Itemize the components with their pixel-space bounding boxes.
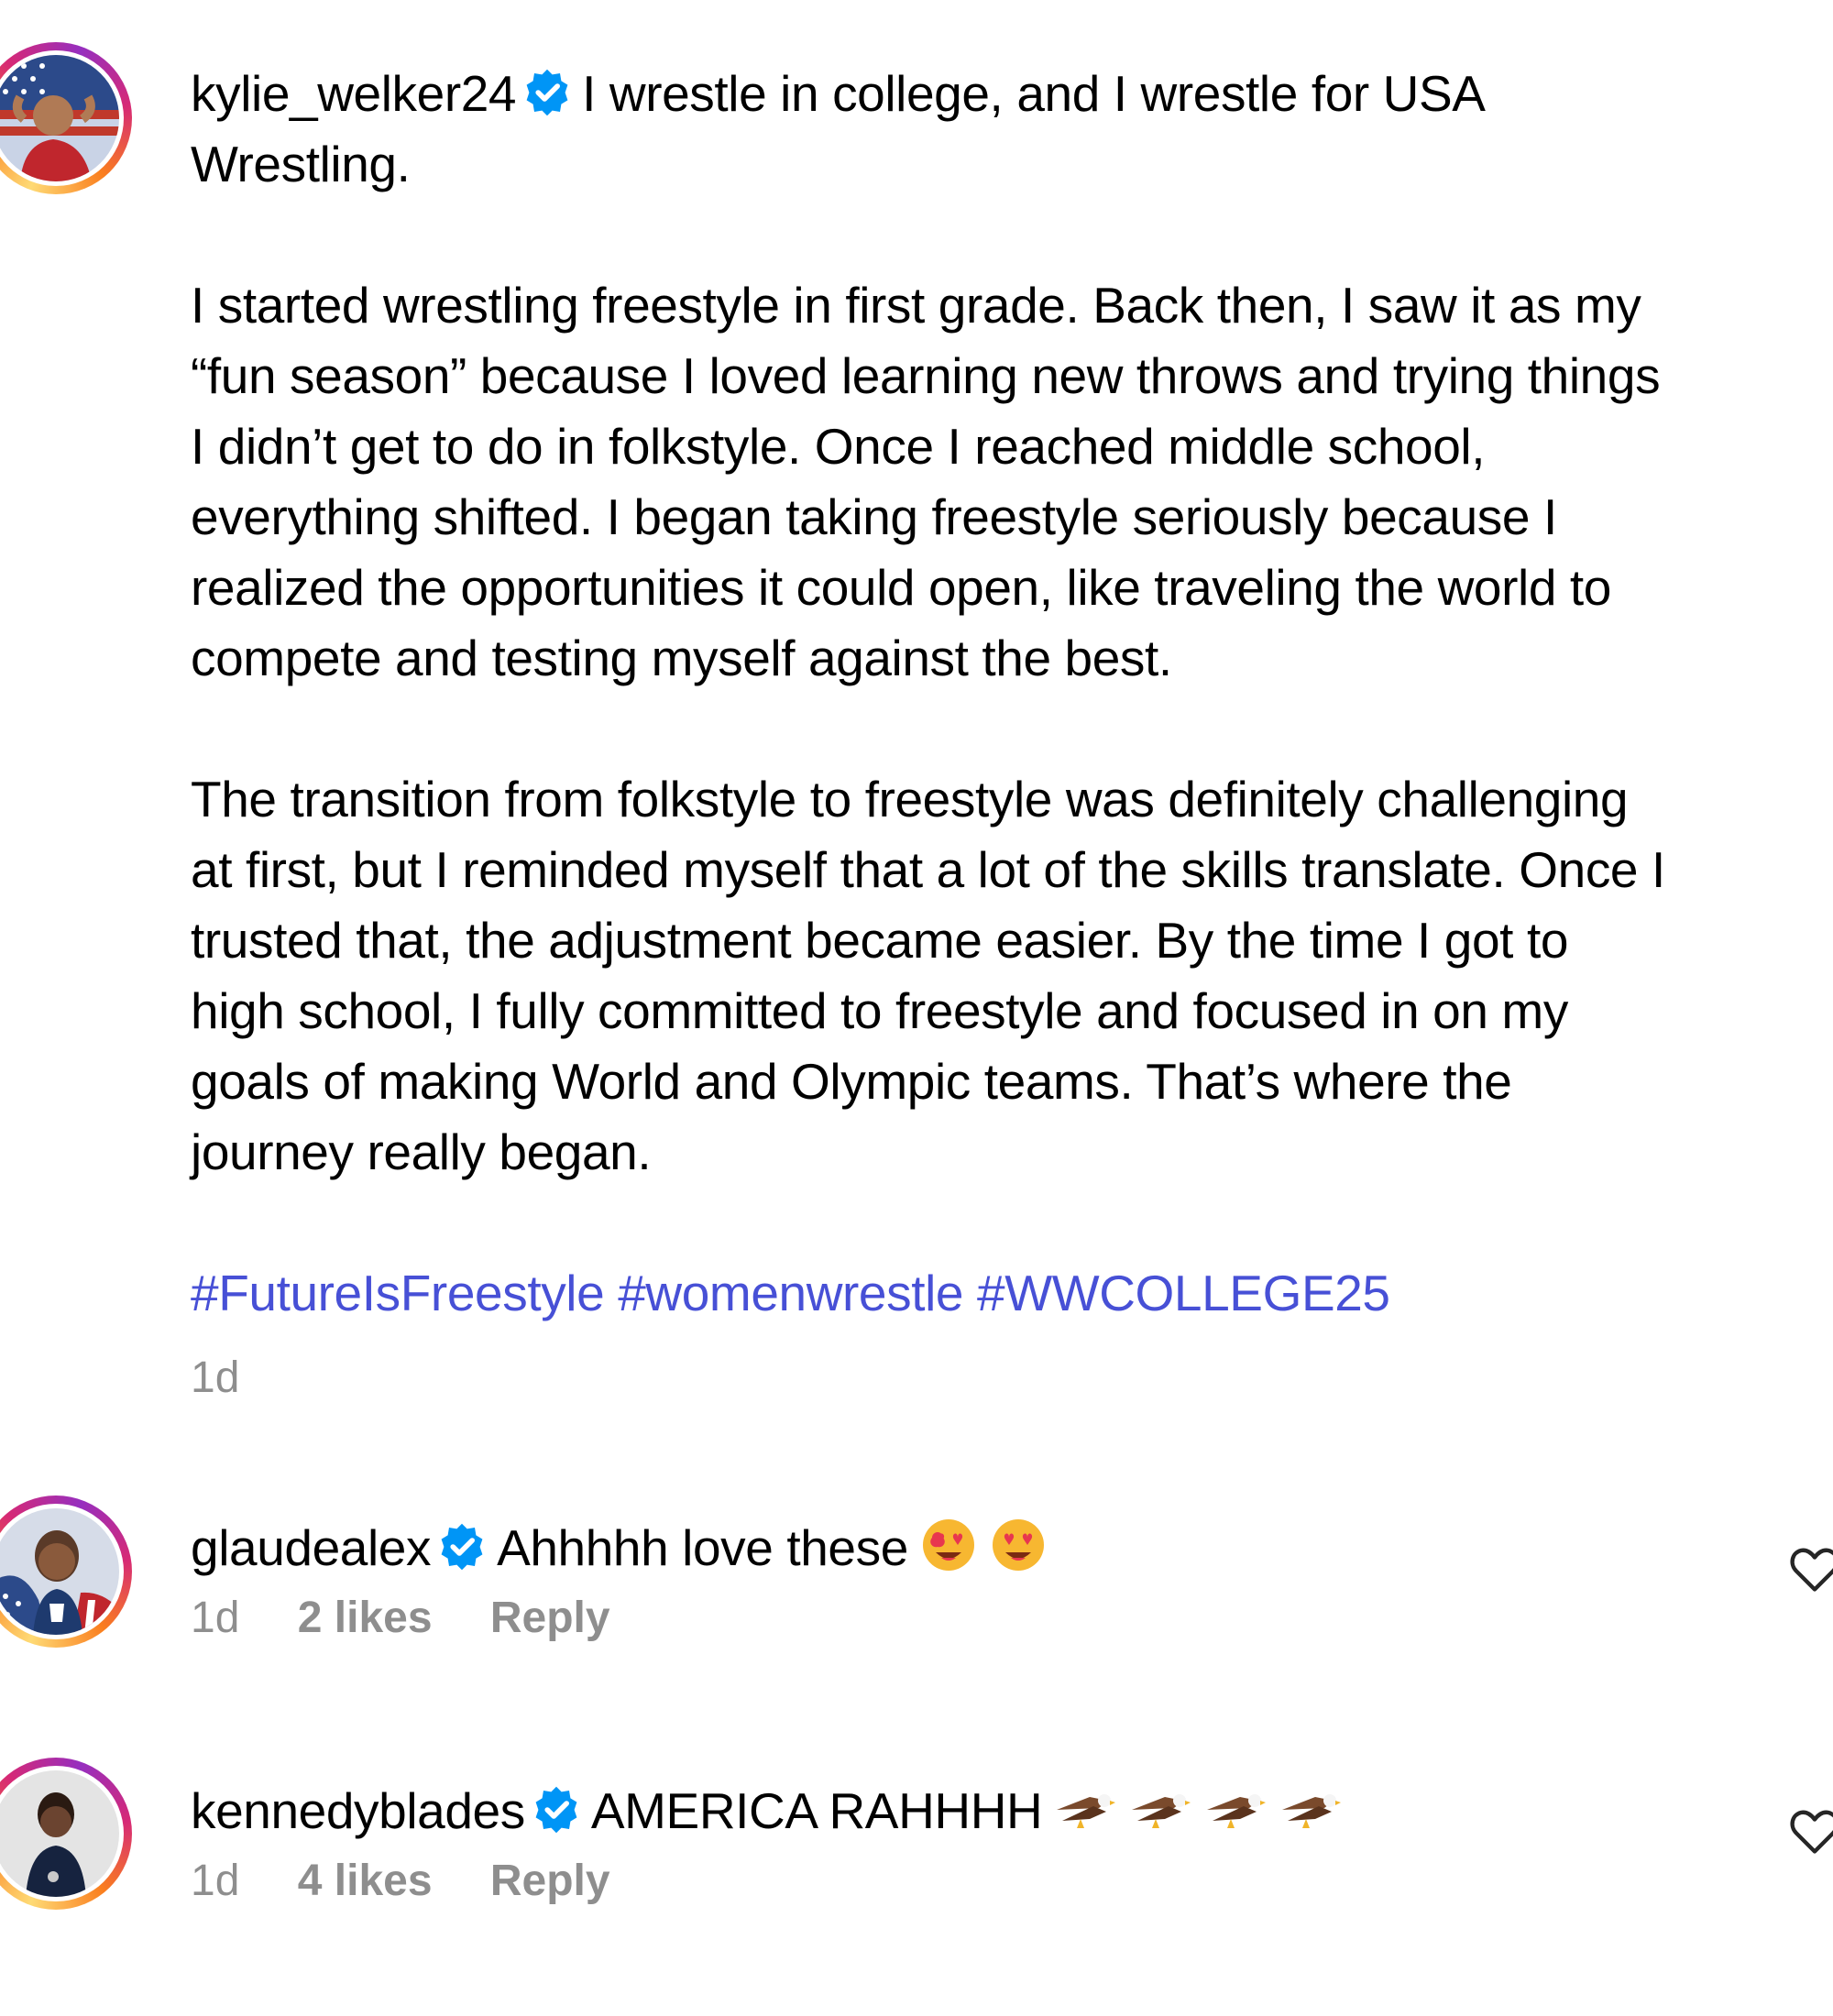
heart-outline-icon[interactable] (1787, 1543, 1833, 1594)
caption-line: I started wrestling freestyle in first g… (191, 277, 1641, 334)
caption-line: realized the opportunities it could open… (191, 559, 1611, 616)
comment-username[interactable]: glaudealex (191, 1519, 431, 1576)
heart-outline-icon[interactable] (1787, 1805, 1833, 1857)
caption-line: I wrestle in college, and I wrestle for … (582, 65, 1486, 122)
hashtag-link[interactable]: #FutureIsFreestyle (191, 1265, 605, 1321)
eagle-emoji-icon (1282, 1794, 1342, 1828)
caption-line: journey really began. (191, 1123, 652, 1180)
avatar[interactable] (0, 42, 132, 194)
comment: glaudealex Ahhhhh love these 1d 2 likes … (191, 1513, 1833, 1646)
likes-count[interactable]: 2 likes (298, 1594, 433, 1642)
post-timestamp[interactable]: 1d (191, 1351, 1833, 1406)
heart-eyes-emoji-icon (922, 1519, 974, 1571)
caption-line: Wrestling. (191, 136, 411, 192)
hashtag-row: #FutureIsFreestyle #womenwrestle #WWCOLL… (191, 1258, 1833, 1329)
verified-badge-icon (526, 69, 568, 116)
caption-line: The transition from folkstyle to freesty… (191, 771, 1629, 827)
eagle-emoji-icon (1057, 1794, 1116, 1828)
caption-line: I didn’t get to do in folkstyle. Once I … (191, 418, 1486, 475)
hashtag-link[interactable]: #womenwrestle (618, 1265, 963, 1321)
post-username[interactable]: kylie_welker24 (191, 65, 517, 122)
comment: kennedyblades AMERICA RAHHHH 1d 4 likes … (191, 1776, 1833, 1909)
comment-meta: 1d 4 likes Reply (191, 1854, 1833, 1909)
caption-line: trusted that, the adjustment became easi… (191, 912, 1569, 969)
comment-username[interactable]: kennedyblades (191, 1782, 525, 1839)
reply-button[interactable]: Reply (490, 1857, 610, 1905)
likes-count[interactable]: 4 likes (298, 1857, 433, 1905)
caption-line: goals of making World and Olympic teams.… (191, 1053, 1512, 1110)
verified-badge-icon (441, 1523, 483, 1571)
eagle-emoji-icon (1207, 1794, 1267, 1828)
avatar[interactable] (0, 1758, 132, 1910)
caption-line: high school, I fully committed to freest… (191, 982, 1568, 1039)
comment-text: AMERICA RAHHHH (590, 1782, 1043, 1839)
hashtag-link[interactable]: #WWCOLLEGE25 (977, 1265, 1390, 1321)
comment-timestamp[interactable]: 1d (191, 1594, 239, 1642)
eagle-emoji-icon (1132, 1794, 1191, 1828)
verified-badge-icon (535, 1786, 577, 1834)
reply-button[interactable]: Reply (490, 1594, 610, 1642)
caption-line: everything shifted. I began taking frees… (191, 488, 1557, 545)
post-caption: kylie_welker24 I wrestle in college, and… (191, 59, 1833, 1406)
heart-eyes-emoji-icon (992, 1519, 1044, 1571)
caption-line: compete and testing myself against the b… (191, 630, 1172, 686)
caption-line: “fun season” because I loved learning ne… (191, 347, 1661, 404)
comment-timestamp[interactable]: 1d (191, 1857, 239, 1905)
comment-text: Ahhhhh love these (497, 1519, 908, 1576)
avatar[interactable] (0, 1496, 132, 1648)
comment-meta: 1d 2 likes Reply (191, 1591, 1833, 1646)
caption-line: at first, but I reminded myself that a l… (191, 841, 1665, 898)
